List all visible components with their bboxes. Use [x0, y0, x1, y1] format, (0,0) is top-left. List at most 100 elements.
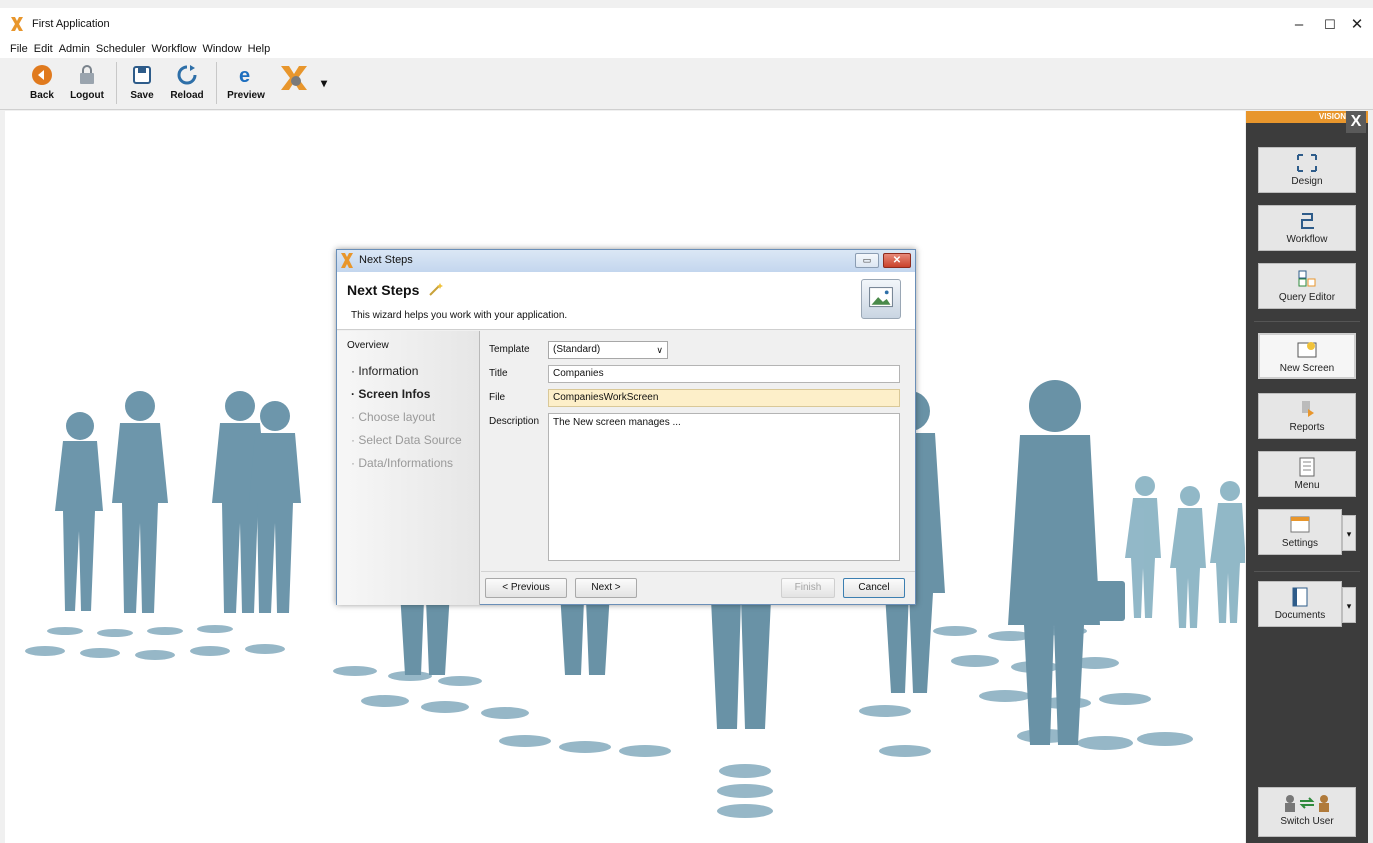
- menu-button[interactable]: Menu: [1258, 451, 1356, 497]
- svg-text:e: e: [239, 65, 250, 86]
- workflow-button[interactable]: Workflow: [1258, 205, 1356, 251]
- save-button[interactable]: Save: [124, 62, 160, 108]
- description-textarea[interactable]: The New screen manages ...: [548, 413, 900, 561]
- panel-separator: [1254, 321, 1360, 322]
- reload-label: Reload: [170, 90, 204, 101]
- menu-help[interactable]: Help: [248, 40, 271, 58]
- step-label: Choose layout: [358, 410, 436, 424]
- title-bar: First Application – ☐ ✕: [0, 8, 1373, 40]
- dialog-title-bar: Next Steps ▭ ✕: [337, 250, 915, 272]
- menu-bar: File Edit Admin Scheduler Workflow Windo…: [0, 40, 1373, 58]
- documents-button[interactable]: Documents: [1258, 581, 1342, 627]
- toolbar-separator: [216, 62, 217, 104]
- settings-label: Settings: [1281, 538, 1319, 549]
- logout-label: Logout: [70, 90, 104, 101]
- settings-button[interactable]: Settings: [1258, 509, 1342, 555]
- menu-scheduler[interactable]: Scheduler: [96, 40, 146, 58]
- right-tool-panel: VISION X Design Workflow Query Editor Ne…: [1246, 111, 1368, 843]
- previous-button[interactable]: < Previous: [485, 578, 567, 598]
- magic-wand-icon: [429, 283, 443, 296]
- chevron-down-icon: ∨: [656, 345, 663, 355]
- reports-icon: [1302, 401, 1314, 417]
- new-screen-button[interactable]: New Screen: [1258, 333, 1356, 379]
- reload-icon: [177, 65, 197, 85]
- browser-e-icon: e: [239, 65, 250, 86]
- dialog-button-bar: < Previous Next > Finish Cancel: [481, 571, 915, 605]
- template-select[interactable]: (Standard) ∨: [548, 341, 668, 359]
- file-field[interactable]: CompaniesWorkScreen: [548, 389, 900, 407]
- menu-window[interactable]: Window: [202, 40, 241, 58]
- title-field[interactable]: Companies: [548, 365, 900, 383]
- lock-icon: [80, 65, 94, 84]
- wizard-image-icon: [861, 279, 901, 319]
- close-window-button[interactable]: ✕: [1340, 14, 1373, 36]
- switch-user-icon: [1285, 795, 1329, 812]
- toolbar: Back Logout Save Reload e Preview ▾: [0, 58, 1373, 110]
- dialog-minimize-button[interactable]: ▭: [855, 253, 879, 268]
- design-button[interactable]: Design: [1258, 147, 1356, 193]
- settings-icon: [1290, 516, 1310, 533]
- logout-button[interactable]: Logout: [64, 62, 110, 108]
- dialog-close-button[interactable]: ✕: [883, 253, 911, 268]
- step-screen-infos[interactable]: · Screen Infos: [351, 387, 430, 401]
- next-button[interactable]: Next >: [575, 578, 637, 598]
- reload-button[interactable]: Reload: [166, 62, 208, 108]
- query-editor-button[interactable]: Query Editor: [1258, 263, 1356, 309]
- save-label: Save: [130, 90, 154, 101]
- back-button[interactable]: Back: [22, 62, 62, 108]
- vision-x-logo: X: [1346, 111, 1366, 133]
- step-label: Screen Infos: [358, 387, 431, 401]
- query-editor-icon: [1298, 270, 1316, 287]
- workflow-icon: [1301, 213, 1314, 229]
- menu-icon: [1299, 457, 1315, 477]
- step-information[interactable]: · Information: [351, 364, 418, 378]
- window-title: First Application: [32, 18, 110, 30]
- settings-dropdown[interactable]: ▾: [1342, 515, 1356, 551]
- vision-x-logo-icon: [281, 66, 307, 90]
- new-screen-icon: [1297, 342, 1317, 358]
- next-steps-dialog: Next Steps ▭ ✕ Next Steps This wizard he…: [336, 249, 916, 605]
- minimize-button[interactable]: –: [1282, 14, 1316, 36]
- panel-separator: [1254, 571, 1360, 572]
- step-label: Information: [358, 364, 419, 378]
- step-label: Select Data Source: [358, 433, 462, 447]
- finish-button: Finish: [781, 578, 835, 598]
- menu-edit[interactable]: Edit: [34, 40, 53, 58]
- preview-label: Preview: [227, 90, 265, 101]
- documents-icon: [1292, 587, 1308, 607]
- menu-admin[interactable]: Admin: [59, 40, 90, 58]
- file-label: File: [489, 392, 506, 403]
- cancel-button[interactable]: Cancel: [843, 578, 905, 598]
- vision-x-button[interactable]: [276, 62, 312, 108]
- toolbar-separator: [116, 62, 117, 104]
- design-frame-icon: [1297, 154, 1317, 172]
- menu-file[interactable]: File: [10, 40, 28, 58]
- step-select-data-source: · Select Data Source: [351, 433, 462, 447]
- menu-label: Menu: [1294, 480, 1320, 491]
- switch-user-button[interactable]: Switch User: [1258, 787, 1356, 837]
- back-arrow-icon: [32, 65, 52, 85]
- overview-label: Overview: [347, 340, 389, 351]
- dialog-heading: Next Steps: [347, 282, 420, 298]
- template-value: (Standard): [553, 344, 601, 355]
- switch-user-label: Switch User: [1280, 816, 1334, 827]
- menu-workflow[interactable]: Workflow: [151, 40, 196, 58]
- reports-button[interactable]: Reports: [1258, 393, 1356, 439]
- new-screen-label: New Screen: [1279, 363, 1335, 374]
- step-choose-layout: · Choose layout: [351, 410, 436, 424]
- documents-dropdown[interactable]: ▾: [1342, 587, 1356, 623]
- dialog-title: Next Steps: [359, 254, 413, 266]
- description-label: Description: [489, 416, 540, 427]
- template-label: Template: [489, 344, 530, 355]
- step-label: Data/Informations: [358, 456, 454, 470]
- dialog-app-icon: [341, 253, 353, 268]
- documents-label: Documents: [1274, 610, 1326, 621]
- preview-button[interactable]: e Preview: [224, 62, 268, 108]
- design-label: Design: [1291, 176, 1323, 187]
- dialog-header: Next Steps This wizard helps you work wi…: [337, 272, 915, 330]
- app-logo-icon: [11, 17, 23, 31]
- step-data-informations: · Data/Informations: [351, 456, 454, 470]
- reports-label: Reports: [1289, 422, 1325, 433]
- query-editor-label: Query Editor: [1278, 292, 1336, 303]
- save-disk-icon: [133, 66, 151, 84]
